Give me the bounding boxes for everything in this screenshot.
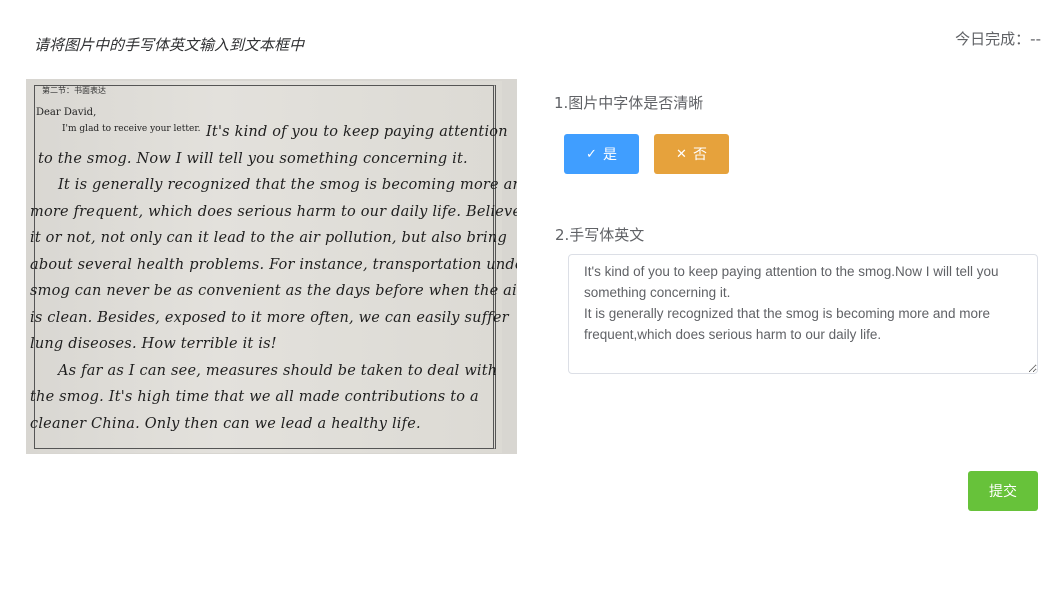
submit-button[interactable]: 提交	[968, 471, 1038, 511]
instruction-text: 请将图片中的手写体英文输入到文本框中	[34, 36, 305, 54]
handwriting-photo: 第二节：书面表达 Dear David, It's kind of you to…	[26, 79, 517, 454]
handwriting-text: It's kind of you to keep paying attentio…	[30, 119, 517, 437]
handwriting-line: to the smog. Now I will tell you somethi…	[38, 150, 468, 167]
question-1-label: 1.图片中字体是否清晰	[554, 94, 704, 112]
handwriting-line: lung diseoses. How terrible it is!	[30, 336, 277, 352]
handwriting-line: smog can never be as convenient as the d…	[30, 283, 517, 299]
handwriting-line: more frequent, which does serious harm t…	[30, 203, 517, 220]
handwriting-line: about several health problems. For insta…	[30, 256, 517, 273]
no-button-label: 否	[692, 147, 707, 163]
yes-button-label: 是	[602, 147, 617, 163]
handwriting-line: It is generally recognized that the smog…	[58, 177, 517, 193]
question-2-label: 2.手写体英文	[555, 226, 645, 244]
no-button[interactable]: ✕ 否	[654, 134, 729, 174]
handwriting-line: it or not, not only can it lead to the a…	[30, 230, 507, 246]
photo-section-heading: 第二节：书面表达	[42, 86, 106, 95]
photo-printed-sentence: I'm glad to receive your letter.	[62, 124, 201, 134]
handwriting-line: As far as I can see, measures should be …	[58, 362, 498, 379]
handwriting-line: is clean. Besides, exposed to it more of…	[30, 309, 509, 326]
page: 请将图片中的手写体英文输入到文本框中 今日完成：-- 第二节：书面表达 Dear…	[0, 0, 1059, 601]
answer-textarea[interactable]	[568, 254, 1038, 374]
photo-greeting: Dear David,	[36, 107, 97, 118]
handwriting-line: cleaner China. Only then can we lead a h…	[30, 415, 421, 432]
close-icon: ✕	[676, 146, 687, 162]
today-completed-counter: 今日完成：--	[955, 30, 1041, 48]
handwriting-line: the smog. It's high time that we all mad…	[30, 389, 479, 405]
yes-button[interactable]: ✓ 是	[564, 134, 639, 174]
check-icon: ✓	[586, 146, 597, 162]
